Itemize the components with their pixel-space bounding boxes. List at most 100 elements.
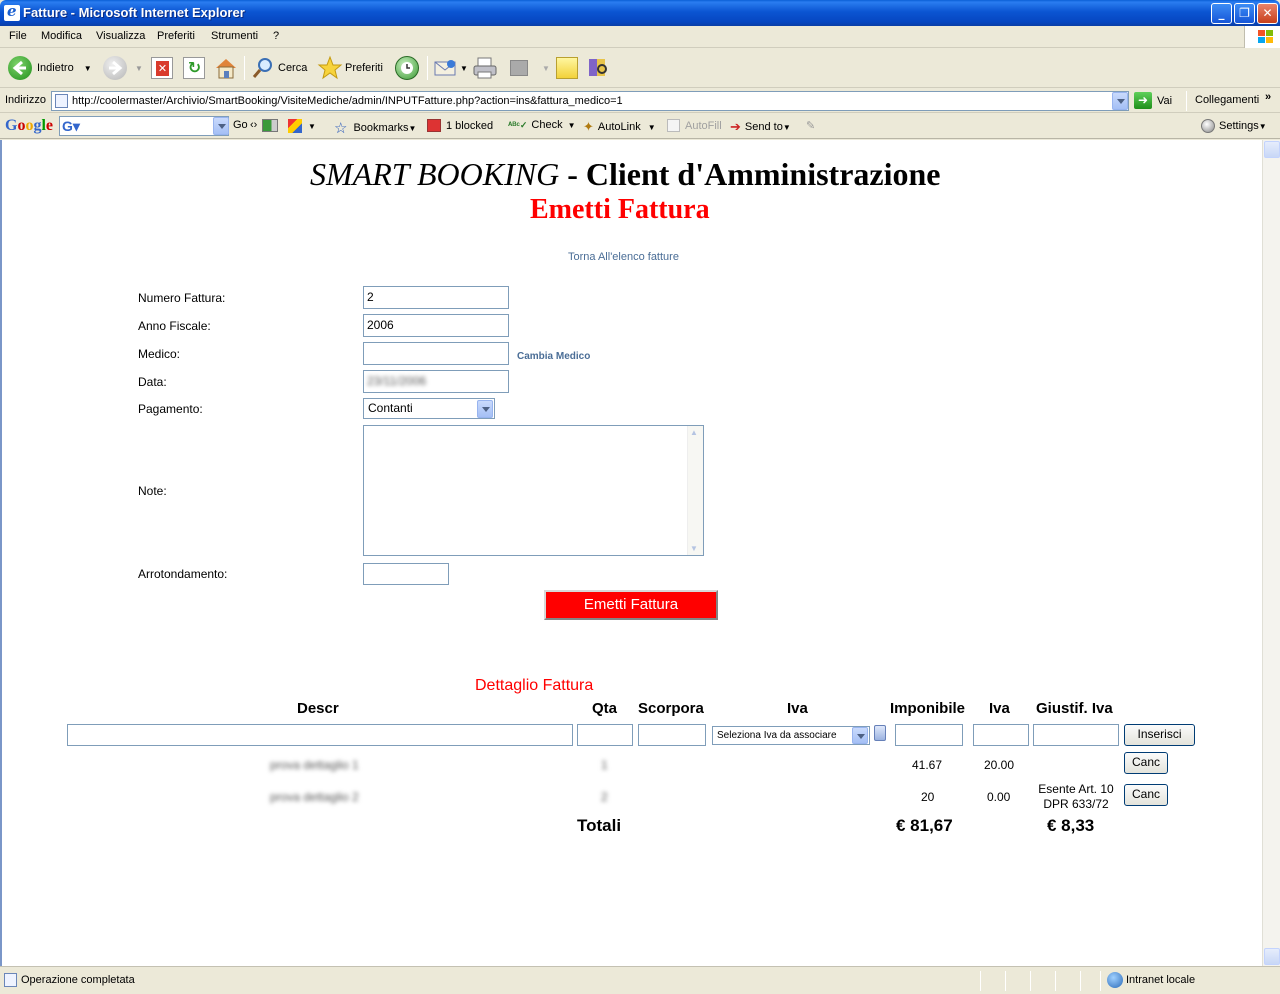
row-giustif: Esente Art. 10 DPR 633/72 xyxy=(1032,782,1120,812)
menu-bar: File Modifica Visualizza Preferiti Strum… xyxy=(0,26,1280,48)
anno-fiscale-value: 2006 xyxy=(367,318,394,332)
page-scroll-down-button[interactable] xyxy=(1264,948,1280,965)
ie-page-icon xyxy=(4,2,20,21)
note-scrollbar[interactable]: ▲ ▼ xyxy=(687,426,703,555)
google-options-button[interactable]: ▼ xyxy=(288,119,316,133)
new-giustif-input[interactable] xyxy=(1033,724,1119,746)
row-iva: 20.00 xyxy=(984,758,1015,772)
new-scorpora-input[interactable] xyxy=(638,724,706,746)
mail-button[interactable]: ▼ xyxy=(433,54,468,82)
scroll-up-icon[interactable]: ▲ xyxy=(690,428,698,437)
address-dropdown-button[interactable] xyxy=(1112,92,1128,110)
totali-label: Totali xyxy=(577,816,622,835)
google-nav-icon[interactable]: ‹› xyxy=(250,119,257,131)
menu-strumenti[interactable]: Strumenti xyxy=(211,30,258,42)
back-dropdown-icon[interactable]: ▼ xyxy=(84,64,92,73)
emetti-fattura-button[interactable]: Emetti Fattura xyxy=(544,590,718,620)
status-text: Operazione completata xyxy=(21,974,135,986)
links-chevron-icon[interactable]: » xyxy=(1265,91,1271,103)
research-button[interactable] xyxy=(586,54,612,82)
print-button[interactable] xyxy=(472,54,498,82)
minimize-button[interactable]: _ xyxy=(1211,3,1232,24)
stop-button[interactable]: ✕ xyxy=(151,54,173,82)
row-imponibile: 41.67 xyxy=(912,758,943,772)
zone-text: Intranet locale xyxy=(1126,974,1196,986)
back-button[interactable]: Indietro ▼ xyxy=(8,54,92,82)
favorites-button[interactable]: Preferiti xyxy=(317,54,383,82)
page-scroll-up-button[interactable] xyxy=(1264,141,1280,158)
col-giustif-iva: Giustif. Iva xyxy=(1036,700,1113,717)
new-iva-dropdown-icon[interactable] xyxy=(852,727,868,744)
history-button[interactable] xyxy=(395,54,419,82)
maximize-button[interactable]: ❐ xyxy=(1234,3,1255,24)
refresh-button[interactable]: ↻ xyxy=(183,54,205,82)
inserisci-button[interactable]: Inserisci xyxy=(1124,724,1195,746)
pagamento-select[interactable]: Contanti xyxy=(363,398,495,419)
status-separator xyxy=(1005,971,1006,991)
mail-dropdown-icon[interactable]: ▼ xyxy=(460,64,468,73)
popup-blocker-button[interactable]: 1 blocked xyxy=(427,119,493,132)
new-iva-select[interactable]: Seleziona Iva da associare xyxy=(712,726,870,745)
discuss-button[interactable] xyxy=(556,54,578,82)
menu-preferiti[interactable]: Preferiti xyxy=(157,30,195,42)
google-go-button[interactable]: Go xyxy=(233,119,248,131)
new-iva-select-value: Seleziona Iva da associare xyxy=(717,730,837,741)
go-button[interactable]: ➜ Vai xyxy=(1134,92,1172,109)
history-icon xyxy=(395,56,419,80)
total-iva: € 8,33 xyxy=(1047,816,1095,835)
row-imponibile: 20 xyxy=(921,790,935,804)
google-search-input[interactable]: G▾ xyxy=(59,116,229,136)
canc-button[interactable]: Canc xyxy=(1124,752,1168,774)
new-qta-input[interactable] xyxy=(577,724,633,746)
pagamento-dropdown-icon[interactable] xyxy=(477,400,493,418)
home-button[interactable] xyxy=(213,54,239,82)
arrotondamento-input[interactable] xyxy=(363,563,449,585)
spellcheck-button[interactable]: ᴬᴮᶜ✓ Check ▼ xyxy=(508,119,576,131)
iva-lookup-icon[interactable] xyxy=(874,725,886,741)
menu-file[interactable]: File xyxy=(9,30,27,42)
refresh-icon: ↻ xyxy=(183,57,205,79)
google-logo: Google xyxy=(5,117,54,134)
data-input[interactable]: 23/11/2006 xyxy=(363,370,509,393)
google-g-icon: G▾ xyxy=(62,118,80,134)
sendto-button[interactable]: ➔ Send to ▼ xyxy=(730,119,791,135)
status-separator xyxy=(1100,971,1101,991)
edit-button: ▼ xyxy=(510,54,550,82)
forward-button[interactable]: ▼ xyxy=(103,54,143,82)
close-button[interactable]: ✕ xyxy=(1257,3,1278,24)
search-button[interactable]: Cerca xyxy=(251,54,307,82)
highlight-icon[interactable]: ✎ xyxy=(806,119,815,132)
window-title: Fatture - Microsoft Internet Explorer xyxy=(23,5,245,20)
total-imponibile: € 81,67 xyxy=(896,816,953,835)
bookmarks-button[interactable]: ☆ Bookmarks ▼ xyxy=(334,119,416,137)
cambia-medico-link[interactable]: Cambia Medico xyxy=(517,351,590,362)
autolink-button[interactable]: ✦ AutoLink ▼ xyxy=(583,119,656,135)
col-qta: Qta xyxy=(592,700,618,717)
sendto-label: Send to xyxy=(744,121,783,133)
medico-input[interactable] xyxy=(363,342,509,365)
pagerank-icon xyxy=(262,119,278,132)
google-search-dropdown[interactable] xyxy=(213,117,229,135)
autofill-button: AutoFill xyxy=(667,119,722,132)
row-giustif-line1: Esente Art. 10 xyxy=(1038,782,1114,796)
settings-button[interactable]: Settings ▼ xyxy=(1201,119,1267,133)
row-iva: 0.00 xyxy=(987,790,1011,804)
canc-button[interactable]: Canc xyxy=(1124,784,1168,806)
menu-modifica[interactable]: Modifica xyxy=(41,30,82,42)
links-label[interactable]: Collegamenti xyxy=(1195,94,1259,106)
back-to-list-link[interactable]: Torna All'elenco fatture xyxy=(568,251,679,263)
toolbar-separator xyxy=(427,56,428,80)
new-iva-input[interactable] xyxy=(973,724,1029,746)
address-input[interactable]: http://coolermaster/Archivio/SmartBookin… xyxy=(51,91,1129,111)
scroll-down-icon[interactable]: ▼ xyxy=(690,544,698,553)
anno-fiscale-input[interactable]: 2006 xyxy=(363,314,509,337)
home-icon xyxy=(216,59,236,79)
page-scrollbar[interactable] xyxy=(1262,140,1280,966)
data-label: Data: xyxy=(138,375,167,389)
new-descr-input[interactable] xyxy=(67,724,573,746)
menu-help[interactable]: ? xyxy=(273,30,279,42)
numero-fattura-input[interactable]: 2 xyxy=(363,286,509,309)
new-imponibile-input[interactable] xyxy=(895,724,963,746)
note-textarea[interactable]: ▲ ▼ xyxy=(363,425,704,556)
menu-visualizza[interactable]: Visualizza xyxy=(96,30,145,42)
